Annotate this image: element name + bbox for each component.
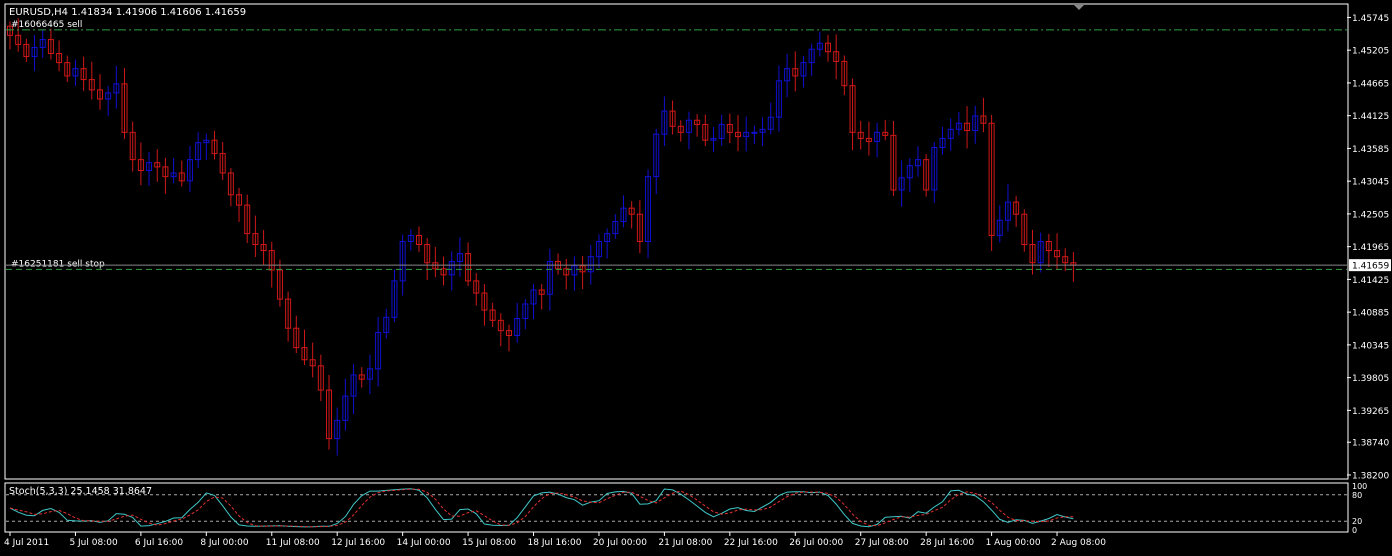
time-tick-label: 21 Jul 08:00 [658,538,712,548]
price-tick-label: 1.40345 [1352,341,1389,351]
stoch-level-label: 0 [1352,526,1357,535]
price-tick-label: 1.45205 [1352,47,1389,57]
price-tick-label: 1.43585 [1352,145,1389,155]
order-label: #16251181 sell stop [11,259,105,269]
price-axis: 1.45745 1.45205 1.44665 1.44125 1.43585 1.430… [1347,14,1389,481]
time-tick-label: 8 Jul 00:00 [200,538,249,548]
price-tick-label: 1.41425 [1352,276,1389,286]
time-tick-label: 26 Jul 00:00 [789,538,843,548]
time-tick-label: 4 Jul 2011 [4,538,49,548]
price-tick-label: 1.44665 [1352,79,1389,89]
price-tick-label: 1.39805 [1352,374,1389,384]
stoch-level-label: 20 [1352,517,1362,526]
stoch-title: Stoch(5,3,3) 25.1458 31.8647 [9,486,152,497]
time-tick-label: 1 Aug 00:00 [986,538,1041,548]
candle-body [751,131,758,134]
time-tick-label: 5 Jul 08:00 [69,538,118,548]
time-tick-label: 14 Jul 00:00 [397,538,451,548]
time-tick-label: 20 Jul 00:00 [593,538,647,548]
price-tick-label: 1.44125 [1352,112,1389,122]
price-chart-svg[interactable]: #16066465 sell #16251181 sell stop 1.41659… [0,0,1392,552]
time-tick-label: 12 Jul 16:00 [331,538,385,548]
current-price-label: 1.41659 [1352,262,1389,272]
price-tick-label: 1.40885 [1352,309,1389,319]
price-tick-label: 1.41965 [1352,243,1389,253]
time-tick-label: 6 Jul 16:00 [135,538,184,548]
chart-background [0,0,1392,552]
order-label: #16066465 sell [11,20,82,30]
chart-window[interactable]: #16066465 sell #16251181 sell stop 1.41659… [0,0,1392,552]
time-tick-label: 2 Aug 08:00 [1051,538,1106,548]
price-tick-label: 1.38740 [1352,439,1389,449]
stoch-level-label: 100 [1352,482,1367,491]
time-tick-label: 22 Jul 16:00 [724,538,778,548]
time-tick-label: 18 Jul 16:00 [528,538,582,548]
stoch-level-label: 80 [1352,491,1362,500]
price-tick-label: 1.42505 [1352,210,1389,220]
price-tick-label: 1.38200 [1352,471,1389,481]
time-tick-label: 27 Jul 08:00 [855,538,909,548]
symbol-header: EURUSD,H4 1.41834 1.41906 1.41606 1.4165… [9,7,246,18]
time-tick-label: 11 Jul 08:00 [266,538,320,548]
time-tick-label: 28 Jul 16:00 [920,538,974,548]
price-tick-label: 1.45745 [1352,14,1389,24]
price-tick-label: 1.43045 [1352,178,1389,188]
price-tick-label: 1.39265 [1352,407,1389,417]
time-tick-label: 15 Jul 08:00 [462,538,516,548]
